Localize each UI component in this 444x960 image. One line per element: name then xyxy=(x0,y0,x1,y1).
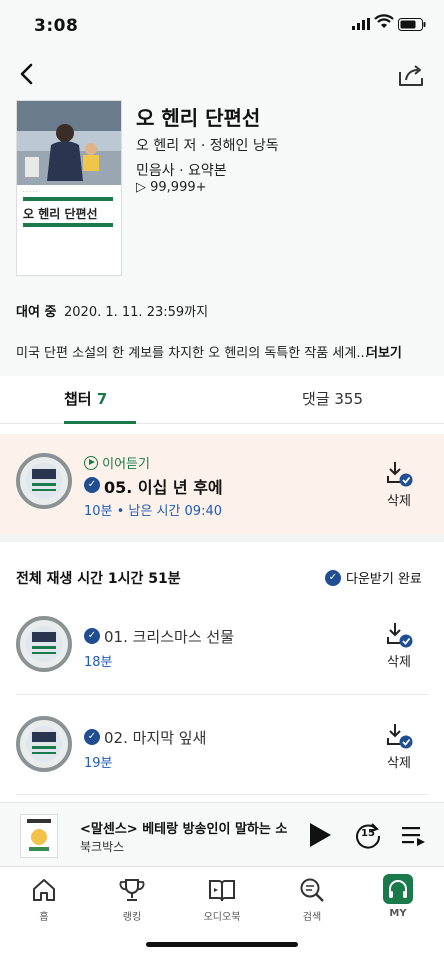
home-indicator xyxy=(146,942,298,947)
download-delete-icon[interactable] xyxy=(385,722,413,750)
row-divider xyxy=(16,694,428,695)
tab-search[interactable]: 검색 xyxy=(282,876,342,923)
downloaded-check-icon: ✓ xyxy=(84,729,100,745)
search-icon xyxy=(300,878,324,902)
downloaded-check-icon: ✓ xyxy=(84,628,100,644)
section-divider xyxy=(0,534,444,542)
play-count: ▷ 99,999+ xyxy=(136,180,207,195)
download-delete-icon[interactable] xyxy=(385,621,413,649)
trophy-icon xyxy=(119,879,145,901)
cover-series-label: · · · · · xyxy=(23,189,38,195)
chapter-duration: 18분 xyxy=(84,655,113,670)
cover-stripe xyxy=(23,223,113,227)
rental-label: 대여 중 xyxy=(16,305,57,320)
status-time: 3:08 xyxy=(34,16,79,36)
tab-chapters-count: 7 xyxy=(96,390,108,408)
row-divider xyxy=(16,794,428,795)
back-arrow-icon[interactable] xyxy=(14,60,42,88)
tab-my[interactable]: MY xyxy=(368,874,428,919)
download-status: 다운받기 완료 xyxy=(346,572,422,587)
rental-date: 2020. 1. 11. 23:59까지 xyxy=(64,305,209,320)
chapter-thumbnail xyxy=(16,616,72,672)
book-icon xyxy=(209,880,235,902)
delete-button[interactable]: 삭제 xyxy=(387,490,411,509)
delete-button[interactable]: 삭제 xyxy=(387,752,411,771)
chapter-title[interactable]: 02. 마지막 잎새 xyxy=(104,727,206,748)
playlist-icon[interactable] xyxy=(400,824,426,848)
play-circle-icon xyxy=(84,456,98,470)
tab-home[interactable]: 홈 xyxy=(14,876,74,923)
tab-audiobook-label: 오디오북 xyxy=(203,912,241,923)
tab-comments[interactable]: 댓글 355 xyxy=(302,388,363,409)
chapter-thumbnail xyxy=(16,453,72,509)
tab-home-label: 홈 xyxy=(39,912,49,923)
mini-player-title: <말센스> 베테랑 방송인이 말하는 소 xyxy=(80,822,288,837)
share-icon[interactable] xyxy=(396,60,426,90)
book-cover[interactable]: · · · · · 오 헨리 단편선 xyxy=(16,100,122,276)
continue-label: 이어듣기 xyxy=(84,453,150,472)
home-icon xyxy=(33,879,55,901)
download-delete-icon[interactable] xyxy=(385,460,413,488)
tab-active-indicator xyxy=(64,421,136,424)
cover-title: 오 헨리 단편선 xyxy=(23,207,98,221)
more-button[interactable]: 더보기 xyxy=(366,342,402,361)
battery-icon xyxy=(398,18,426,31)
play-icon[interactable] xyxy=(306,820,334,850)
skip-forward-15-button[interactable]: 15 xyxy=(354,821,382,849)
total-duration: 전체 재생 시간 1시간 51분 xyxy=(16,571,181,587)
book-description: 미국 단편 소설의 한 계보를 차지한 오 헨리의 독특한 작품 세계... xyxy=(16,346,369,361)
cover-photo xyxy=(17,101,121,185)
cover-stripe xyxy=(23,197,113,201)
book-publisher: 민음사 · 요약본 xyxy=(136,163,227,179)
delete-button[interactable]: 삭제 xyxy=(387,651,411,670)
wifi-icon xyxy=(374,14,394,28)
tab-ranking[interactable]: 랭킹 xyxy=(102,876,162,923)
chapter-meta: 10분 • 남은 시간 09:40 xyxy=(84,504,223,519)
mini-player-cover xyxy=(20,814,58,858)
tab-search-label: 검색 xyxy=(302,912,322,923)
chapter-title[interactable]: 01. 크리스마스 선물 xyxy=(104,626,234,647)
download-complete-check-icon: ✓ xyxy=(325,570,341,586)
tab-chapters-label: 챕터 xyxy=(64,390,92,408)
tab-ranking-label: 랭킹 xyxy=(122,912,142,923)
chapter-duration: 19분 xyxy=(84,756,113,771)
chapter-title: 05. 이십 년 후에 xyxy=(104,478,223,497)
book-author[interactable]: 오 헨리 저 · 정해인 낭독 xyxy=(136,135,279,155)
mini-player-subtitle: 북크박스 xyxy=(80,840,125,854)
tab-my-label: MY xyxy=(389,908,407,919)
book-title: 오 헨리 단편선 xyxy=(136,106,261,130)
tab-audiobook[interactable]: 오디오북 xyxy=(192,876,252,923)
chapter-thumbnail xyxy=(16,716,72,772)
tab-chapters[interactable]: 챕터 7 xyxy=(64,388,107,409)
signal-icon xyxy=(352,18,370,30)
headphones-icon xyxy=(383,874,413,904)
skip-seconds-label: 15 xyxy=(361,828,375,839)
downloaded-check-icon: ✓ xyxy=(84,477,100,493)
